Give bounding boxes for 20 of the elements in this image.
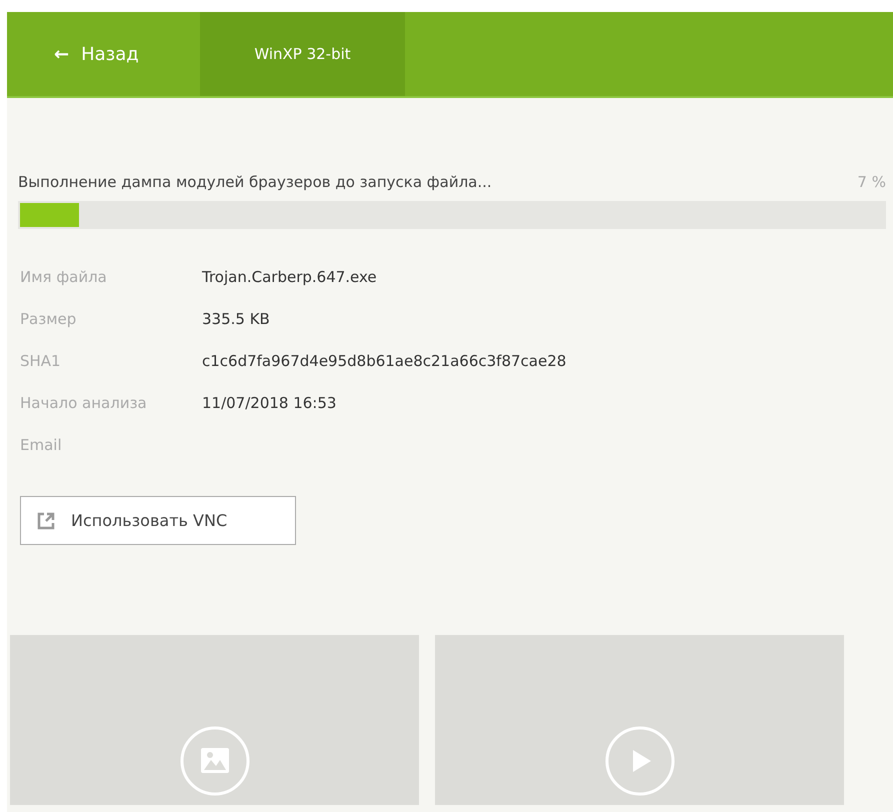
- detail-value: 11/07/2018 16:53: [202, 393, 338, 414]
- play-icon[interactable]: [604, 726, 674, 796]
- detail-label: Email: [20, 435, 63, 456]
- detail-label: Размер: [20, 309, 78, 330]
- detail-label: Начало анализа: [20, 393, 148, 414]
- detail-value: Trojan.Carberp.647.exe: [202, 267, 378, 288]
- back-button[interactable]: ← Назад: [7, 12, 200, 96]
- tab[interactable]: WinXP 32-bit: [200, 12, 405, 96]
- back-arrow-icon[interactable]: ←: [54, 44, 70, 64]
- preview-tile[interactable]: [10, 635, 419, 805]
- detail-label: Имя файла: [20, 267, 108, 288]
- vnc-button[interactable]: Использовать VNC: [20, 496, 296, 545]
- detail-value: 335.5 KB: [202, 309, 271, 330]
- external-link-icon: [37, 512, 55, 530]
- progress-message: Выполнение дампа модулей браузеров до запуска файла...: [18, 173, 492, 191]
- image-icon[interactable]: [180, 726, 250, 796]
- detail-value: c1c6d7fa967d4e95d8b61ae8c21a66c3f87cae28: [202, 351, 566, 372]
- progress-percent: 7 %: [857, 173, 886, 191]
- preview-tile[interactable]: [435, 635, 844, 805]
- detail-label: SHA1: [20, 351, 62, 372]
